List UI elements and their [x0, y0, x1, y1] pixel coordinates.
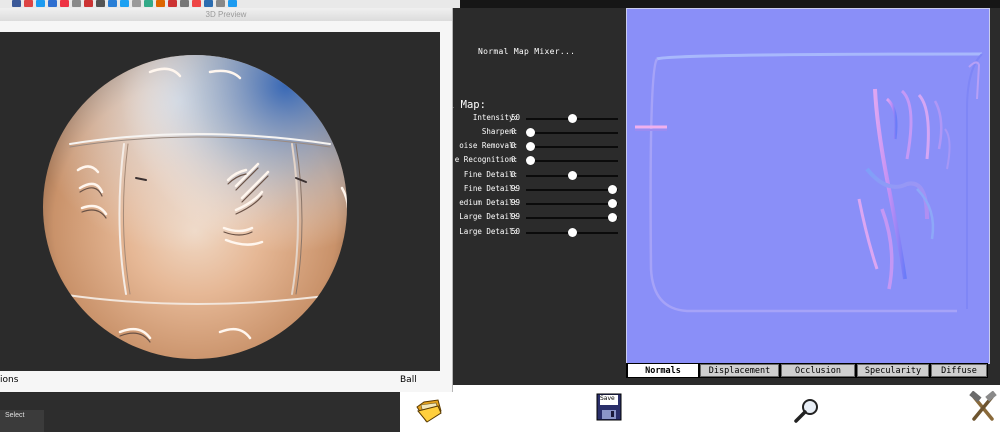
- slider-value: 0: [511, 141, 516, 150]
- section-label: l Map:: [448, 99, 486, 111]
- slider-label: Fine Detail:: [463, 184, 518, 193]
- sphere-render: [43, 55, 347, 359]
- menubar-app-icon[interactable]: [192, 0, 201, 7]
- menubar-app-icon[interactable]: [216, 0, 225, 7]
- tab-normals[interactable]: Normals: [628, 364, 698, 377]
- mixer-title[interactable]: Normal Map Mixer...: [478, 47, 575, 56]
- slider-label: Large Detail:: [459, 227, 518, 236]
- slider-track[interactable]: [526, 132, 618, 134]
- slider-track[interactable]: [526, 146, 618, 148]
- slider-value: 0: [511, 170, 516, 179]
- slider-track[interactable]: [526, 189, 618, 191]
- bottom-toolbar: Save: [400, 385, 1000, 432]
- slider-knob[interactable]: [526, 156, 535, 165]
- menubar-app-icon[interactable]: [36, 0, 45, 7]
- normal-map-image: [627, 9, 989, 363]
- menubar-app-icon[interactable]: [156, 0, 165, 7]
- menubar-icons: [0, 0, 460, 8]
- slider-knob[interactable]: [567, 171, 577, 180]
- slider-large-detail[interactable]: Large Detail: 99: [440, 212, 620, 224]
- slider-track[interactable]: [526, 217, 618, 219]
- preview-window[interactable]: 3D Preview ions Ball: [0, 8, 453, 392]
- slider-medium-detail[interactable]: edium Detail: 99: [440, 198, 620, 210]
- menubar-app-icon[interactable]: [108, 0, 117, 7]
- slider-label: edium Detail:: [459, 198, 518, 207]
- slider-value: 99: [511, 198, 521, 207]
- 3d-viewport[interactable]: [0, 32, 440, 371]
- menubar-app-icon[interactable]: [96, 0, 105, 7]
- slider-label: oise Removal:: [459, 141, 518, 150]
- background-app-panel: [0, 393, 400, 432]
- slider-value: 50: [511, 227, 521, 236]
- menubar-app-icon[interactable]: [72, 0, 81, 7]
- slider-knob[interactable]: [608, 185, 618, 194]
- tab-specularity[interactable]: Specularity: [857, 364, 929, 377]
- tab-diffuse[interactable]: Diffuse: [931, 364, 987, 377]
- slider-fine-detail[interactable]: Fine Detail: 99: [440, 184, 620, 196]
- menubar-app-icon[interactable]: [204, 0, 213, 7]
- select-button[interactable]: Select: [5, 412, 24, 419]
- normal-map-preview[interactable]: [626, 8, 990, 364]
- window-title[interactable]: 3D Preview: [0, 8, 452, 21]
- slider-label: Fine Detail:: [463, 170, 518, 179]
- menubar-app-icon[interactable]: [144, 0, 153, 7]
- menubar-app-icon[interactable]: [228, 0, 237, 7]
- tab-occlusion[interactable]: Occlusion: [781, 364, 855, 377]
- slider-label: Large Detail:: [459, 212, 518, 221]
- shape-label[interactable]: Ball: [400, 375, 417, 385]
- slider-knob[interactable]: [608, 213, 618, 222]
- tab-displacement[interactable]: Displacement: [700, 364, 779, 377]
- slider-value: 50: [511, 113, 521, 122]
- menubar-app-icon[interactable]: [12, 0, 21, 7]
- slider-track[interactable]: [526, 203, 618, 205]
- save-label: Save: [600, 395, 615, 402]
- output-tabs: Normals Displacement Occlusion Speculari…: [626, 363, 988, 378]
- menubar-app-icon[interactable]: [60, 0, 69, 7]
- menubar-app-icon[interactable]: [48, 0, 57, 7]
- menubar-app-icon[interactable]: [120, 0, 129, 7]
- slider-very-fine-detail[interactable]: Fine Detail: 0: [440, 170, 620, 182]
- slider-value: 99: [511, 212, 521, 221]
- magnifier-icon[interactable]: [792, 395, 822, 425]
- save-button[interactable]: Save: [596, 393, 622, 421]
- slider-value: 0: [511, 155, 516, 164]
- app-top-strip: [400, 0, 1000, 8]
- menubar-app-icon[interactable]: [24, 0, 33, 7]
- hammer-wrench-icon[interactable]: [968, 390, 998, 425]
- slider-knob[interactable]: [567, 114, 577, 123]
- slider-knob[interactable]: [526, 142, 535, 151]
- slider-knob[interactable]: [608, 199, 618, 208]
- slider-value: 0: [511, 127, 516, 136]
- slider-intensity[interactable]: Intensity: 50: [440, 113, 620, 125]
- menubar-app-icon[interactable]: [84, 0, 93, 7]
- slider-very-large-detail[interactable]: Large Detail: 50: [440, 227, 620, 239]
- slider-value: 99: [511, 184, 521, 193]
- slider-knob[interactable]: [567, 228, 577, 237]
- menubar-app-icon[interactable]: [168, 0, 177, 7]
- slider-track[interactable]: [526, 160, 618, 162]
- slider-knob[interactable]: [526, 128, 535, 137]
- mode-label[interactable]: ions: [0, 375, 18, 385]
- slider-sharpen[interactable]: Sharpen: 0: [440, 127, 620, 139]
- menubar-app-icon[interactable]: [132, 0, 141, 7]
- slider-shape-recognition[interactable]: e Recognition: 0: [440, 155, 620, 167]
- folder-open-icon[interactable]: [414, 395, 444, 425]
- menubar-app-icon[interactable]: [180, 0, 189, 7]
- slider-noise-removal[interactable]: oise Removal: 0: [440, 141, 620, 153]
- slider-label: e Recognition:: [454, 155, 518, 164]
